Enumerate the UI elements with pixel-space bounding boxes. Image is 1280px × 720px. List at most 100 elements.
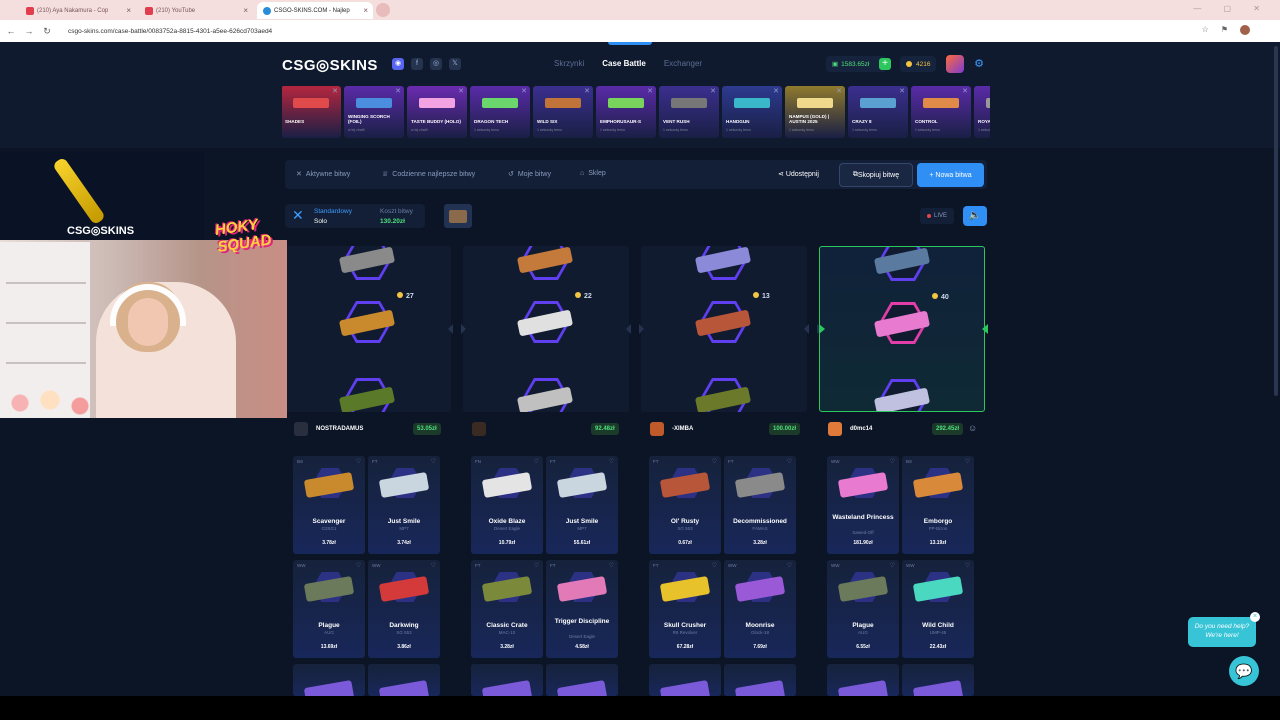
- item-card[interactable]: [293, 664, 365, 696]
- item-card[interactable]: [546, 664, 618, 696]
- extensions-icon[interactable]: ⚑: [1221, 25, 1228, 35]
- copy-battle-button[interactable]: ⧉ Skopiuj bitwę: [839, 163, 913, 187]
- item-card[interactable]: WW ♡ Darkwing SG 553 3.86zł: [368, 560, 440, 658]
- browser-tab[interactable]: (210) YouTube ×: [139, 2, 253, 19]
- share-button[interactable]: ⋖ Udostępnij: [778, 170, 819, 178]
- url-input[interactable]: csgo-skins.com/case-battle/0083752a-8815…: [68, 24, 272, 38]
- facebook-icon[interactable]: f: [411, 58, 423, 70]
- heart-icon[interactable]: ♡: [356, 458, 361, 465]
- heart-icon[interactable]: ♡: [431, 562, 436, 569]
- item-card[interactable]: [368, 664, 440, 696]
- player-name[interactable]: NOSTRADAMUS: [316, 426, 363, 432]
- heart-icon[interactable]: ♡: [965, 458, 970, 465]
- heart-icon[interactable]: ♡: [712, 458, 717, 465]
- drop-item[interactable]: ✕ NAMPUS (GOLD) | AUSTIN 2025 1 sekundę te…: [785, 86, 845, 138]
- nav-cases[interactable]: Skrzynki: [554, 59, 584, 68]
- item-card[interactable]: FT ♡ Skull Crusher R8 Revolver 67.28zł: [649, 560, 721, 658]
- heart-icon[interactable]: ♡: [787, 458, 792, 465]
- heart-icon[interactable]: ♡: [431, 458, 436, 465]
- drop-item[interactable]: ✕ EMPHORUSAUR-S 1 sekundę temu: [596, 86, 656, 138]
- item-card[interactable]: WW ♡ Plague AUG 6.55zł: [827, 560, 899, 658]
- item-card[interactable]: FT ♡ Ol' Rusty SG 553 0.67zł: [649, 456, 721, 554]
- heart-icon[interactable]: ♡: [356, 562, 361, 569]
- player-avatar[interactable]: [294, 422, 308, 436]
- item-card[interactable]: [827, 664, 899, 696]
- drop-item[interactable]: ✕ WINGING SCORCH (FOIL) w tej chwili: [344, 86, 404, 138]
- player-name[interactable]: d0mc14: [850, 426, 872, 432]
- heart-icon[interactable]: ♡: [965, 562, 970, 569]
- drop-item[interactable]: ✕ROYAL1 sekundę temu: [974, 86, 990, 138]
- item-card[interactable]: BS ♡ Scavenger G3SG1 3.78zł: [293, 456, 365, 554]
- drop-item[interactable]: ✕ HANDGUN 1 sekundę temu: [722, 86, 782, 138]
- item-card[interactable]: FN ♡ Oxide Blaze Desert Eagle 10.79zł: [471, 456, 543, 554]
- heart-icon[interactable]: ♡: [534, 562, 539, 569]
- nav-exchanger[interactable]: Exchanger: [664, 59, 702, 68]
- coins-display[interactable]: 4216: [900, 56, 937, 72]
- player-name[interactable]: -XIMBA: [672, 426, 693, 432]
- speaker-icon[interactable]: 🔈: [963, 206, 987, 226]
- tab-my-battles[interactable]: ↺ Moje bitwy: [508, 170, 551, 179]
- item-card[interactable]: BS ♡ Emborgo PP-Bizon 13.19zł: [902, 456, 974, 554]
- scrollbar[interactable]: [1274, 46, 1278, 396]
- instagram-icon[interactable]: ◎: [430, 58, 442, 70]
- item-card[interactable]: [649, 664, 721, 696]
- item-card[interactable]: FT ♡ Just Smile MP7 3.74zł: [368, 456, 440, 554]
- close-icon[interactable]: ×: [126, 6, 131, 15]
- player-avatar[interactable]: [650, 422, 664, 436]
- heart-icon[interactable]: ♡: [890, 562, 895, 569]
- drop-item[interactable]: ✕ VENT RUSH 1 sekundę temu: [659, 86, 719, 138]
- tab-daily-best[interactable]: ♕ Codzienne najlepsze bitwy: [382, 170, 475, 179]
- close-icon[interactable]: ×: [243, 6, 248, 15]
- item-card[interactable]: [471, 664, 543, 696]
- item-card[interactable]: WW ♡ Wild Child UMP-45 22.43zł: [902, 560, 974, 658]
- new-battle-button[interactable]: + Nowa bitwa: [917, 163, 984, 187]
- heart-icon[interactable]: ♡: [890, 458, 895, 465]
- case-thumbnail[interactable]: [444, 204, 472, 228]
- heart-icon[interactable]: ♡: [609, 562, 614, 569]
- drop-item[interactable]: ✕ TASTE BUDDY (HOLO) w tej chwili: [407, 86, 467, 138]
- bookmark-star-icon[interactable]: ☆: [1202, 25, 1209, 35]
- heart-icon[interactable]: ♡: [787, 562, 792, 569]
- drop-item[interactable]: ✕ SHADES: [282, 86, 341, 138]
- deposit-button[interactable]: +: [879, 58, 891, 70]
- item-card[interactable]: FT ♡ Just Smile MP7 55.61zł: [546, 456, 618, 554]
- close-icon[interactable]: ×: [363, 6, 368, 15]
- drop-item[interactable]: ✕ DRAGON TECH 1 sekundę temu: [470, 86, 530, 138]
- back-icon[interactable]: ←: [4, 26, 18, 36]
- profile-avatar[interactable]: [1240, 25, 1250, 35]
- item-card[interactable]: FT ♡ Classic Crate MAC-10 3.28zł: [471, 560, 543, 658]
- heart-icon[interactable]: ♡: [712, 562, 717, 569]
- item-card[interactable]: WW ♡ Plague AUG 13.69zł: [293, 560, 365, 658]
- help-bubble[interactable]: Do you need help? We're here!: [1188, 617, 1256, 647]
- item-card[interactable]: FT ♡ Trigger Discipline Desert Eagle 4.58zł: [546, 560, 618, 658]
- drop-item[interactable]: ✕ WILD SIX 1 sekundę temu: [533, 86, 593, 138]
- new-tab-button[interactable]: [376, 3, 390, 17]
- item-card[interactable]: [724, 664, 796, 696]
- drop-item[interactable]: ✕ CONTROL 1 sekundę temu: [911, 86, 971, 138]
- heart-icon[interactable]: ♡: [534, 458, 539, 465]
- heart-icon[interactable]: ♡: [609, 458, 614, 465]
- forward-icon[interactable]: →: [22, 26, 36, 36]
- tab-active-battles[interactable]: ✕ Aktywne bitwy: [296, 170, 350, 179]
- gear-icon[interactable]: ⚙: [972, 57, 986, 71]
- smiley-icon[interactable]: ☺: [968, 423, 977, 433]
- browser-tab-active[interactable]: CSGO-SKINS.COM - Najlep ×: [257, 2, 373, 19]
- live-toggle[interactable]: LIVE: [920, 208, 954, 224]
- item-card[interactable]: WW ♡ Wasteland Princess Sawed-Off 181.90zł: [827, 456, 899, 554]
- close-icon[interactable]: ×: [1250, 612, 1260, 622]
- discord-icon[interactable]: ◉: [392, 58, 404, 70]
- nav-case-battle[interactable]: Case Battle: [602, 59, 646, 68]
- x-icon[interactable]: 𝕏: [449, 58, 461, 70]
- player-avatar[interactable]: [472, 422, 486, 436]
- window-controls[interactable]: — ▢ ✕: [1193, 4, 1270, 13]
- browser-tab[interactable]: (210) Aya Nakamura - Cop ×: [20, 2, 136, 19]
- reload-icon[interactable]: ↻: [40, 26, 54, 37]
- user-avatar[interactable]: [946, 55, 964, 73]
- chat-icon[interactable]: 💬: [1229, 656, 1259, 686]
- drop-item[interactable]: ✕ CRAZY 8 1 sekundę temu: [848, 86, 908, 138]
- item-card[interactable]: [902, 664, 974, 696]
- site-logo[interactable]: CSG◎SKINS: [282, 56, 378, 74]
- player-avatar[interactable]: [828, 422, 842, 436]
- tab-shop[interactable]: ⌂ Sklep: [580, 170, 606, 177]
- item-card[interactable]: FT ♡ Decommissioned FAMAS 3.28zł: [724, 456, 796, 554]
